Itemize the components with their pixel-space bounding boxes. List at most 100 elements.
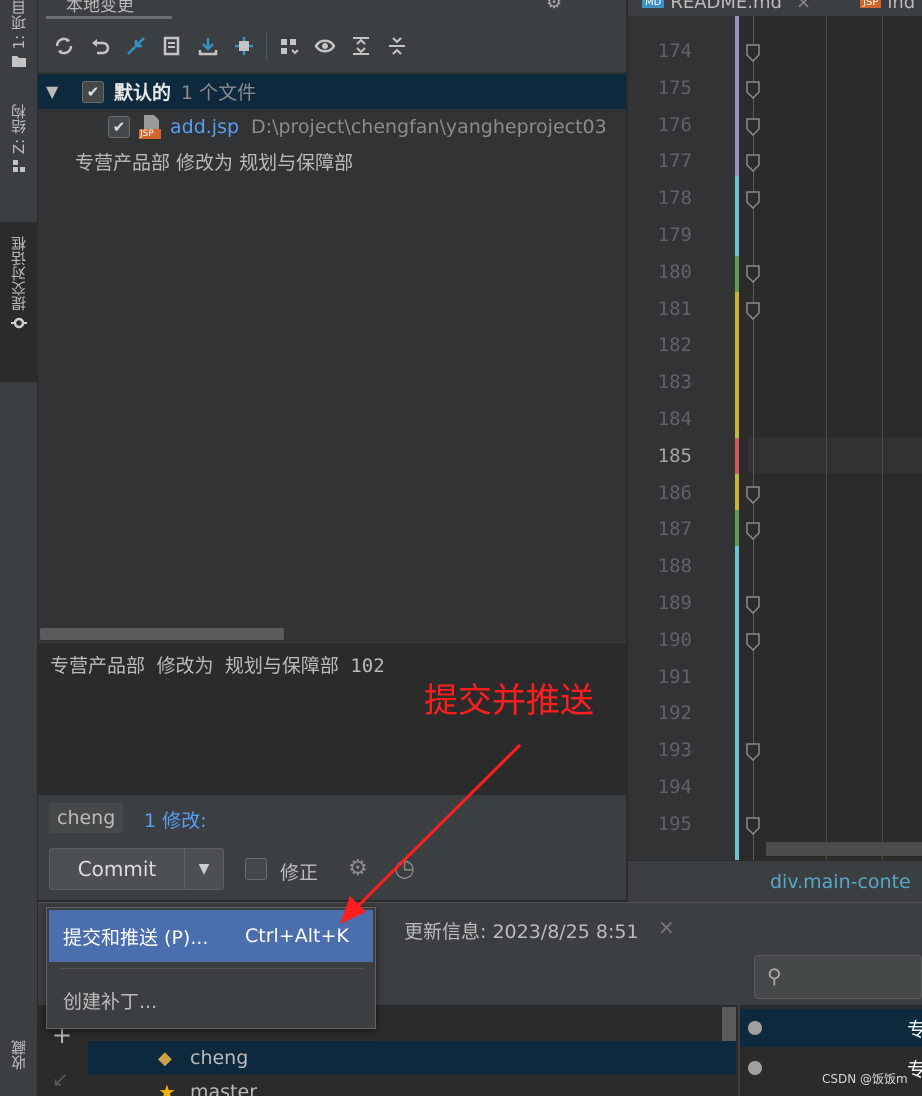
tag-icon: ◆ (158, 1047, 172, 1069)
group-by-button[interactable] (275, 32, 303, 60)
panel-title-row: 本地变更 ⚙ (38, 0, 626, 22)
fold-marker-icon[interactable] (746, 743, 760, 762)
tree-horizontal-scrollbar[interactable] (40, 628, 284, 640)
checkout-arrow-icon[interactable]: ↙ (52, 1067, 69, 1091)
commit-toolbar (38, 24, 626, 68)
changes-count-link[interactable]: 1 修改: (144, 806, 207, 833)
log-row-text: 专 (906, 1059, 922, 1081)
side-tab-structure[interactable]: Z: 结构 (0, 104, 37, 204)
changelist-button[interactable] (158, 32, 186, 60)
log-row[interactable]: 专 (740, 1009, 922, 1047)
menu-item-shortcut: Ctrl+Alt+K (245, 925, 349, 947)
line-number: 194 (657, 776, 692, 798)
branch-row-cheng[interactable]: ◆ cheng (88, 1041, 736, 1075)
line-number: 175 (657, 76, 692, 99)
tab-update-info[interactable]: 更新信息: 2023/8/25 8:51 (404, 917, 639, 944)
close-icon[interactable]: × (658, 915, 675, 939)
search-icon: ⚲ (767, 964, 782, 988)
line-number: 185 (657, 444, 692, 467)
fold-marker-icon[interactable] (746, 817, 760, 835)
fold-marker-icon[interactable] (746, 265, 760, 283)
menu-item-create-patch[interactable]: 创建补丁... (49, 974, 373, 1026)
line-number: 190 (657, 628, 692, 651)
changelist-icon (163, 36, 180, 56)
expand-all-button[interactable] (347, 32, 375, 60)
file-path: D:\project\chengfan\yangheproject03 (251, 115, 607, 138)
line-number: 176 (657, 113, 692, 136)
breadcrumb[interactable]: div.main-conte (770, 871, 911, 893)
fold-marker-icon[interactable] (746, 154, 760, 173)
collapse-arrow-icon[interactable]: ▼ (46, 82, 68, 101)
side-tab-favorites[interactable]: 收藏 (0, 1040, 37, 1096)
breadcrumb-bar: div.main-conte (628, 860, 922, 902)
branch-name: cheng (190, 1047, 249, 1069)
refresh-button[interactable] (50, 32, 78, 60)
file-checkbox[interactable]: ✔ (108, 115, 130, 138)
menu-item-commit-and-push[interactable]: 提交和推送 (P)... Ctrl+Alt+K (49, 910, 373, 962)
changelist-checkbox[interactable]: ✔ (82, 80, 104, 103)
branch-row-master[interactable]: ★ master (88, 1075, 736, 1096)
branch-badge[interactable]: cheng (49, 803, 124, 833)
vcs-change-markers (735, 16, 739, 860)
preview-button[interactable] (311, 32, 339, 60)
fold-marker-icon[interactable] (746, 81, 760, 99)
side-tab-structure-label: Z: 结构 (10, 104, 28, 155)
fold-marker-icon[interactable] (746, 633, 760, 651)
editor-tab-readme[interactable]: MD README.md × (642, 0, 811, 13)
fold-marker-icon[interactable] (746, 117, 760, 136)
editor-tab-index-label: ind (887, 0, 916, 13)
move-button[interactable] (230, 32, 258, 60)
line-number: 174 (657, 40, 692, 62)
fold-marker-icon[interactable] (746, 522, 760, 541)
file-row[interactable]: ✔ JSP add.jsp D:\project\chengfan\yanghe… (38, 109, 626, 144)
line-number: 184 (657, 408, 692, 430)
panel-title[interactable]: 本地变更 (66, 0, 134, 16)
amend-checkbox[interactable] (245, 858, 267, 880)
download-icon (198, 38, 218, 56)
file-name: add.jsp (170, 115, 240, 138)
eye-icon (314, 39, 336, 53)
commit-message-editor[interactable]: 专营产品部 修改为 规划与保障部 102 提交并推送 (38, 643, 626, 795)
editor-horizontal-scrollbar[interactable] (766, 842, 922, 856)
editor-tab-index[interactable]: JSP ind (860, 0, 915, 13)
line-number: 186 (657, 481, 692, 504)
diff-button[interactable] (122, 32, 150, 60)
log-search-input[interactable]: ⚲ (754, 955, 922, 999)
line-number: 179 (657, 224, 692, 246)
line-number: 180 (657, 260, 692, 283)
commit-button-label[interactable]: Commit (50, 857, 184, 881)
shelve-button[interactable] (194, 32, 222, 60)
line-number: 178 (657, 187, 692, 210)
fold-marker-icon[interactable] (746, 191, 760, 210)
tree-message-row: 专营产品部 修改为 规划与保障部 (38, 144, 626, 179)
panel-title-underline (46, 16, 172, 19)
changelist-row[interactable]: ▼ ✔ 默认的 1 个文件 (38, 74, 626, 109)
close-icon[interactable]: × (796, 0, 811, 13)
menu-separator (61, 968, 363, 969)
rollback-button[interactable] (86, 32, 114, 60)
side-tab-commit-dialog[interactable]: 提交对话框 (0, 222, 37, 382)
watermark: CSDN @饭饭m (822, 1072, 908, 1086)
commit-options-gear-icon[interactable]: ⚙ (348, 856, 368, 881)
commit-dot (748, 1021, 762, 1035)
fold-marker-icon[interactable] (746, 596, 760, 614)
branch-row: cheng 1 修改: (38, 800, 626, 836)
line-number: 188 (657, 555, 692, 578)
side-tab-project-label: 1: 项目 (10, 0, 28, 50)
commit-dot (748, 1061, 762, 1075)
fold-marker-icon[interactable] (746, 44, 760, 62)
indent-guide (882, 16, 883, 860)
commit-split-button[interactable]: Commit ▼ (49, 848, 224, 890)
fold-marker-icon[interactable] (746, 301, 760, 320)
group-icon (281, 39, 299, 55)
fold-marker-icon[interactable] (746, 485, 760, 504)
gear-icon[interactable]: ⚙ (546, 0, 562, 13)
commit-button-row: Commit ▼ 修正 ⚙ ◷ (38, 846, 626, 892)
collapse-all-button[interactable] (383, 32, 411, 60)
side-tab-project[interactable]: 1: 项目 (0, 0, 37, 80)
annotation-label: 提交并推送 (424, 681, 594, 721)
history-clock-icon[interactable]: ◷ (394, 854, 415, 882)
commit-message-text[interactable]: 专营产品部 修改为 规划与保障部 102 (50, 651, 385, 678)
line-number: 193 (657, 739, 692, 762)
dropdown-arrow-icon[interactable]: ▼ (185, 861, 223, 877)
